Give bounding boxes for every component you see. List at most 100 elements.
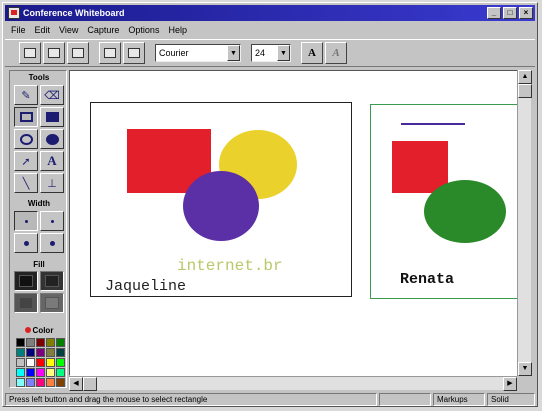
red-square-small[interactable] (392, 141, 448, 193)
fill-option-grey[interactable] (40, 293, 64, 313)
highlighter-tool[interactable]: ⊥ (40, 173, 64, 193)
menu-capture[interactable]: Capture (87, 25, 119, 35)
status-mode: Markups (433, 392, 485, 406)
green-oval[interactable] (424, 180, 506, 243)
pointer-tool[interactable]: ➚ (14, 151, 38, 171)
cut-icon (24, 48, 36, 58)
color-swatch[interactable] (26, 338, 35, 347)
font-size-select[interactable]: 24 ▼ (251, 44, 291, 62)
purple-line[interactable] (401, 123, 465, 125)
line-icon: ╲ (22, 177, 30, 190)
status-line-style: Solid (487, 392, 535, 406)
page-alt-button[interactable] (123, 42, 145, 64)
width-thin-option[interactable] (14, 211, 38, 231)
title-bar[interactable]: Conference Whiteboard _ □ × (5, 5, 535, 21)
color-swatch[interactable] (16, 338, 25, 347)
vertical-scroll-thumb[interactable] (518, 84, 532, 98)
eraser-tool[interactable]: ⌫ (40, 85, 64, 105)
color-swatch[interactable] (36, 378, 45, 387)
whiteboard-window: Conference Whiteboard _ □ × File Edit Vi… (2, 2, 538, 407)
horizontal-scroll-thumb[interactable] (83, 377, 97, 391)
fill-option-outline[interactable] (40, 271, 64, 291)
color-swatch[interactable] (26, 378, 35, 387)
horizontal-scrollbar[interactable]: ◀ ▶ (69, 376, 517, 391)
color-swatch[interactable] (46, 358, 55, 367)
minimize-button[interactable]: _ (487, 7, 501, 19)
scroll-left-icon[interactable]: ◀ (69, 377, 83, 391)
color-swatch[interactable] (26, 368, 35, 377)
color-swatch[interactable] (36, 338, 45, 347)
filled-oval-tool[interactable] (40, 129, 64, 149)
menu-options[interactable]: Options (128, 25, 159, 35)
font-size-value: 24 (255, 48, 266, 58)
filled-oval-icon (45, 133, 59, 145)
rectangle-icon (19, 112, 33, 122)
drawing-frame-renata[interactable]: Renata (370, 104, 522, 299)
medium-dot-icon (50, 219, 54, 223)
color-swatch[interactable] (36, 348, 45, 357)
text-tool[interactable]: A (40, 151, 64, 171)
color-swatch[interactable] (56, 338, 65, 347)
color-swatch[interactable] (16, 358, 25, 367)
color-swatch[interactable] (46, 338, 55, 347)
rectangle-tool[interactable] (14, 107, 38, 127)
oval-tool[interactable] (14, 129, 38, 149)
font-select[interactable]: Courier ▼ (155, 44, 241, 62)
width-thick-option[interactable] (14, 233, 38, 253)
scroll-right-icon[interactable]: ▶ (503, 377, 517, 391)
jaqueline-text[interactable]: Jaqueline (105, 278, 186, 295)
cut-button[interactable] (19, 42, 41, 64)
width-medium-option[interactable] (40, 211, 64, 231)
color-swatch[interactable] (46, 368, 55, 377)
chevron-down-icon[interactable]: ▼ (277, 45, 290, 61)
whiteboard-canvas[interactable]: internet.br Jaqueline Renata (69, 70, 529, 376)
internet-text[interactable]: internet.br (177, 257, 283, 275)
bold-button[interactable]: A (301, 42, 323, 64)
color-swatch[interactable] (46, 378, 55, 387)
fill-outline-icon (45, 275, 59, 287)
copy-icon (48, 48, 60, 58)
fill-option-solid[interactable] (14, 271, 38, 291)
maximize-button[interactable]: □ (503, 7, 517, 19)
page-alt-icon (128, 48, 140, 58)
close-button[interactable]: × (519, 7, 533, 19)
color-swatch[interactable] (36, 368, 45, 377)
color-swatch[interactable] (56, 378, 65, 387)
copy-button[interactable] (43, 42, 65, 64)
color-swatch[interactable] (26, 358, 35, 367)
scroll-down-icon[interactable]: ▼ (518, 362, 532, 376)
tool-panel: Tools ✎ ⌫ ➚ A ╲ ⊥ Width Fill Color (9, 70, 67, 388)
color-swatch[interactable] (46, 348, 55, 357)
color-swatch[interactable] (16, 348, 25, 357)
menu-edit[interactable]: Edit (35, 25, 51, 35)
color-swatch[interactable] (56, 348, 65, 357)
page-button[interactable] (99, 42, 121, 64)
vertical-scrollbar[interactable]: ▲ ▼ (517, 70, 532, 376)
menu-help[interactable]: Help (168, 25, 187, 35)
width-heavy-option[interactable] (40, 233, 64, 253)
renata-text[interactable]: Renata (400, 271, 454, 288)
color-swatch[interactable] (16, 368, 25, 377)
menu-bar: File Edit View Capture Options Help (5, 23, 535, 37)
paste-button[interactable] (67, 42, 89, 64)
size-grip[interactable] (517, 376, 531, 390)
fill-grey-icon (45, 297, 59, 309)
filled-rectangle-tool[interactable] (40, 107, 64, 127)
purple-oval[interactable] (183, 171, 259, 241)
fill-option-dark[interactable] (14, 293, 38, 313)
color-swatch[interactable] (56, 358, 65, 367)
menu-file[interactable]: File (11, 25, 26, 35)
color-swatch[interactable] (16, 378, 25, 387)
font-value: Courier (159, 48, 189, 58)
color-swatch[interactable] (36, 358, 45, 367)
line-tool[interactable]: ╲ (14, 173, 38, 193)
menu-view[interactable]: View (59, 25, 78, 35)
chevron-down-icon[interactable]: ▼ (227, 45, 240, 61)
color-swatch[interactable] (26, 348, 35, 357)
color-swatch[interactable] (56, 368, 65, 377)
scroll-up-icon[interactable]: ▲ (518, 70, 532, 84)
eraser-icon: ⌫ (44, 89, 60, 102)
drawing-frame-jaqueline[interactable]: internet.br Jaqueline (90, 102, 352, 297)
italic-button[interactable]: A (325, 42, 347, 64)
pen-tool[interactable]: ✎ (14, 85, 38, 105)
